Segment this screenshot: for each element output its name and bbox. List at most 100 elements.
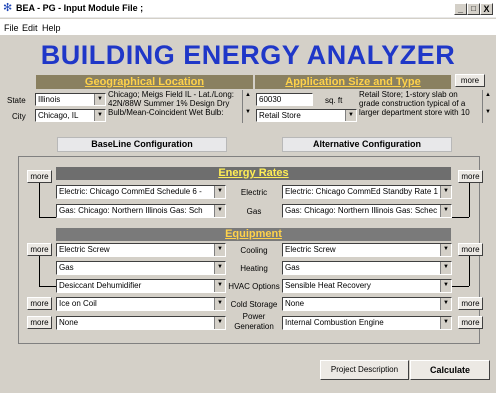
select-value: Desiccant Dehumidifier [59,281,142,290]
city-select[interactable]: Chicago, IL ▼ [35,109,106,122]
chevron-down-icon: ▼ [440,280,451,292]
app-scrollbar[interactable]: ▲ ▼ [482,90,493,123]
heating-label: Heating [240,264,268,273]
electric-label: Electric [240,188,268,197]
state-label: State [7,96,26,105]
cooling-baseline-select[interactable]: Electric Screw ▼ [56,243,226,257]
menu-bar [0,19,496,35]
select-value: Internal Combustion Engine [285,318,384,327]
building-type-value: Retail Store [259,111,301,120]
bracket-line [451,286,469,287]
select-value: Gas [285,263,300,272]
cold-storage-baseline-select[interactable]: Ice on Coil ▼ [56,297,226,311]
cooling-more-button-baseline[interactable]: more [27,243,52,256]
equipment-header: Equipment [56,228,451,241]
energy-rates-more-button-alternative[interactable]: more [458,170,483,183]
calculate-button[interactable]: Calculate [410,360,490,380]
gas-rate-alternative-select[interactable]: Gas: Chicago: Northern Illinois Gas: Sch… [282,204,452,218]
hvac-options-label: HVAC Options [228,282,280,291]
window-title: BEA - PG - Input Module File ; [16,3,144,13]
select-value: None [285,299,305,308]
state-select[interactable]: Illinois ▼ [35,93,106,106]
select-value: None [59,318,79,327]
electric-rate-alternative-select[interactable]: Electric: Chicago CommEd Standby Rate 1 … [282,185,452,199]
power-generation-alternative-select[interactable]: Internal Combustion Engine ▼ [282,316,452,330]
bracket-line [451,217,469,218]
gas-label: Gas [246,207,262,216]
select-value: Ice on Coil [59,299,97,308]
menu-edit[interactable]: Edit [22,23,38,33]
power-generation-baseline-select[interactable]: None ▼ [56,316,226,330]
geo-scrollbar[interactable]: ▲ ▼ [242,90,253,123]
geo-description: Chicago; Meigs Field IL - Lat./Long: 42N… [107,90,253,123]
tab-baseline[interactable]: BaseLine Configuration [57,137,227,152]
power-generation-more-button-baseline[interactable]: more [27,316,52,329]
cold-storage-alternative-select[interactable]: None ▼ [282,297,452,311]
building-type-select[interactable]: Retail Store ▼ [256,109,357,122]
app-size-more-button[interactable]: more [455,74,485,87]
chevron-down-icon: ▼ [94,110,105,121]
chevron-down-icon: ▼ [214,317,225,329]
close-button[interactable]: X [480,3,493,15]
power-generation-label-line: Power [242,312,266,321]
power-generation-label-line: Generation [234,322,274,331]
project-description-button[interactable]: Project Description [320,360,409,380]
minimize-button[interactable]: _ [454,3,467,15]
bracket-line [39,183,40,217]
app-desc-line: grade construction typical of a [359,99,466,108]
hvac-options-baseline-select[interactable]: Desiccant Dehumidifier ▼ [56,279,226,293]
chevron-down-icon: ▼ [440,186,451,198]
city-label: City [12,112,26,121]
energy-rates-header: Energy Rates [56,167,451,180]
geo-desc-line: 42N/88W Summer 1% Design Dry [108,99,230,108]
cooling-label: Cooling [240,246,268,255]
chevron-down-icon: ▼ [440,205,451,217]
select-value: Electric Screw [285,245,336,254]
tab-alternative[interactable]: Alternative Configuration [282,137,452,152]
size-input[interactable]: 60030 [256,93,313,106]
chevron-down-icon: ▼ [440,298,451,310]
chevron-down-icon: ▼ [94,94,105,105]
select-value: Electric: Chicago CommEd Standby Rate 1 [285,187,438,196]
power-generation-more-button-alternative[interactable]: more [458,316,483,329]
bracket-line [39,256,40,286]
cooling-alternative-select[interactable]: Electric Screw ▼ [282,243,452,257]
cold-storage-label: Cold Storage [230,300,278,309]
electric-rate-baseline-select[interactable]: Electric: Chicago CommEd Schedule 6 - ▼ [56,185,226,199]
power-generation-label: Power Generation [227,312,281,332]
select-value: Gas: Chicago: Northern Illinois Gas: Sch [59,206,203,215]
app-icon: ✻ [3,2,13,14]
heating-alternative-select[interactable]: Gas ▼ [282,261,452,275]
cold-storage-more-button-baseline[interactable]: more [27,297,52,310]
geo-header: Geographical Location [36,75,253,89]
app-size-header: Application Size and Type [255,75,451,89]
energy-rates-more-button-baseline[interactable]: more [27,170,52,183]
bracket-line [469,256,470,286]
chevron-down-icon: ▼ [440,244,451,256]
app-desc-line: Retail Store; 1-story slab on [359,90,458,99]
chevron-down-icon: ▼ [214,244,225,256]
heating-baseline-select[interactable]: Gas ▼ [56,261,226,275]
cooling-more-button-alternative[interactable]: more [458,243,483,256]
geo-desc-line: Chicago; Meigs Field IL - Lat./Long: [108,90,234,99]
menu-help[interactable]: Help [42,23,61,33]
select-value: Electric Screw [59,245,110,254]
bracket-line [469,183,470,217]
bracket-line [39,286,56,287]
size-unit: sq. ft [325,96,343,105]
gas-rate-baseline-select[interactable]: Gas: Chicago: Northern Illinois Gas: Sch… [56,204,226,218]
select-value: Gas: Chicago: Northern Illinois Gas: Sch… [285,206,438,215]
cold-storage-more-button-alternative[interactable]: more [458,297,483,310]
maximize-button[interactable]: □ [467,3,480,15]
select-value: Electric: Chicago CommEd Schedule 6 - [59,187,202,196]
app-title: BUILDING ENERGY ANALYZER [40,40,456,70]
city-value: Chicago, IL [38,111,79,120]
chevron-down-icon: ▼ [214,186,225,198]
chevron-down-icon: ▼ [214,280,225,292]
app-type-description: Retail Store; 1-story slab on grade cons… [358,90,493,123]
app-desc-line: larger department store with 10 [359,108,470,117]
bracket-line [39,217,56,218]
chevron-down-icon: ▼ [214,298,225,310]
menu-file[interactable]: File [4,23,19,33]
hvac-options-alternative-select[interactable]: Sensible Heat Recovery ▼ [282,279,452,293]
